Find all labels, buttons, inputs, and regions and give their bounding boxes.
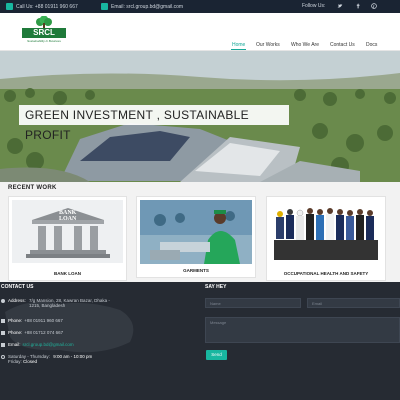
contact-address: Address: 7/g Mansion, 28, Kawran Bazar, …	[1, 298, 111, 308]
hero-banner-text: GREEN INVESTMENT , SUSTAINABLE PROFIT	[19, 105, 289, 142]
clock-icon	[1, 355, 5, 359]
contact-hours: Saturday - Thursday: 9:00 am - 10:00 pm …	[1, 354, 94, 364]
friday-status: Closed	[23, 359, 38, 364]
say-hey-title: SAY HEY	[205, 284, 227, 290]
email-label: Email:	[8, 342, 21, 347]
phone1-text: +88 01911 960 667	[24, 318, 63, 323]
topbar-phone: Call Us: +88 01911 960 667	[6, 3, 78, 10]
hours-time: 9:00 am - 10:00 pm	[53, 354, 93, 359]
contact-phone-1: Phone: +88 01911 960 667	[1, 318, 63, 323]
nav-docs[interactable]: Docs	[366, 42, 377, 48]
hero-slider: GREEN INVESTMENT , SUSTAINABLE PROFIT	[0, 51, 400, 182]
twitter-icon[interactable]	[337, 3, 343, 11]
work-caption-bank-loan[interactable]: BANK LOAN	[9, 271, 126, 276]
topbar-email-text[interactable]: Email: srcl.group.bd@gmail.com	[111, 4, 183, 10]
message-field[interactable]: Message	[205, 317, 400, 343]
follow-us-label: Follow Us:	[302, 3, 326, 9]
nav-who-we-are[interactable]: Who We Are	[291, 42, 319, 48]
nav-home[interactable]: Home	[232, 42, 245, 48]
address-text: 7/g Mansion, 28, Kawran Bazar, Dhaka - 1…	[29, 298, 110, 308]
work-caption-ohs[interactable]: OCCUPATIONAL HEALTH AND SAFETY	[267, 271, 385, 276]
contact-email[interactable]: Email: srcl.group.bd@gmail.com	[1, 342, 74, 347]
topbar-email[interactable]: Email: srcl.group.bd@gmail.com	[101, 3, 183, 10]
email-field[interactable]: Email	[307, 298, 400, 308]
name-field[interactable]: Name	[205, 298, 301, 308]
logo-tagline: Sustainability in Business	[27, 39, 61, 43]
phone-icon	[1, 319, 5, 323]
garments-image	[140, 200, 252, 264]
footer: CONTACT US Address: 7/g Mansion, 28, Kaw…	[0, 282, 400, 400]
phone-icon	[1, 331, 5, 335]
work-caption-garments[interactable]: GARMENTS	[137, 268, 255, 273]
phone2-label: Phone:	[8, 330, 23, 335]
nav-our-works[interactable]: Our Works	[256, 42, 280, 48]
nav-active-indicator	[231, 49, 246, 50]
nav-contact-us[interactable]: Contact Us	[330, 42, 355, 48]
address-label: Address:	[8, 298, 26, 303]
tree-icon	[36, 16, 52, 28]
top-bar: Call Us: +88 01911 960 667 Email: srcl.g…	[0, 0, 400, 13]
srcl-logo[interactable]: SRCL Sustainability in Business	[22, 16, 66, 48]
work-card-ohs[interactable]: OCCUPATIONAL HEALTH AND SAFETY	[266, 196, 386, 281]
email-link[interactable]: srcl.group.bd@gmail.com	[23, 342, 74, 347]
work-card-bank-loan[interactable]: BANK LOAN BANK LOAN	[8, 196, 127, 281]
facebook-icon[interactable]	[355, 3, 361, 11]
contact-phone-2: Phone: +88 01712 074 667	[1, 330, 63, 335]
ohs-image	[270, 200, 382, 263]
send-button[interactable]: Send	[206, 350, 227, 360]
friday-label: Friday:	[8, 359, 22, 364]
contact-us-title: CONTACT US	[1, 284, 34, 290]
pinterest-icon[interactable]	[371, 3, 377, 11]
work-card-garments[interactable]: GARMENTS	[136, 196, 256, 278]
phone1-label: Phone:	[8, 318, 23, 323]
mail-icon	[1, 343, 5, 347]
phone2-text: +88 01712 074 667	[24, 330, 64, 335]
email-icon	[101, 3, 108, 10]
recent-work-title: RECENT WORK	[8, 185, 57, 191]
location-icon	[1, 299, 5, 303]
bank-loan-image: BANK LOAN	[12, 200, 123, 263]
main-navbar: SRCL Sustainability in Business Home Our…	[0, 13, 400, 51]
topbar-phone-text: Call Us: +88 01911 960 667	[16, 3, 78, 10]
logo-brand-text: SRCL	[22, 28, 66, 38]
loan-image-text: LOAN	[59, 216, 77, 222]
phone-icon	[6, 3, 13, 10]
